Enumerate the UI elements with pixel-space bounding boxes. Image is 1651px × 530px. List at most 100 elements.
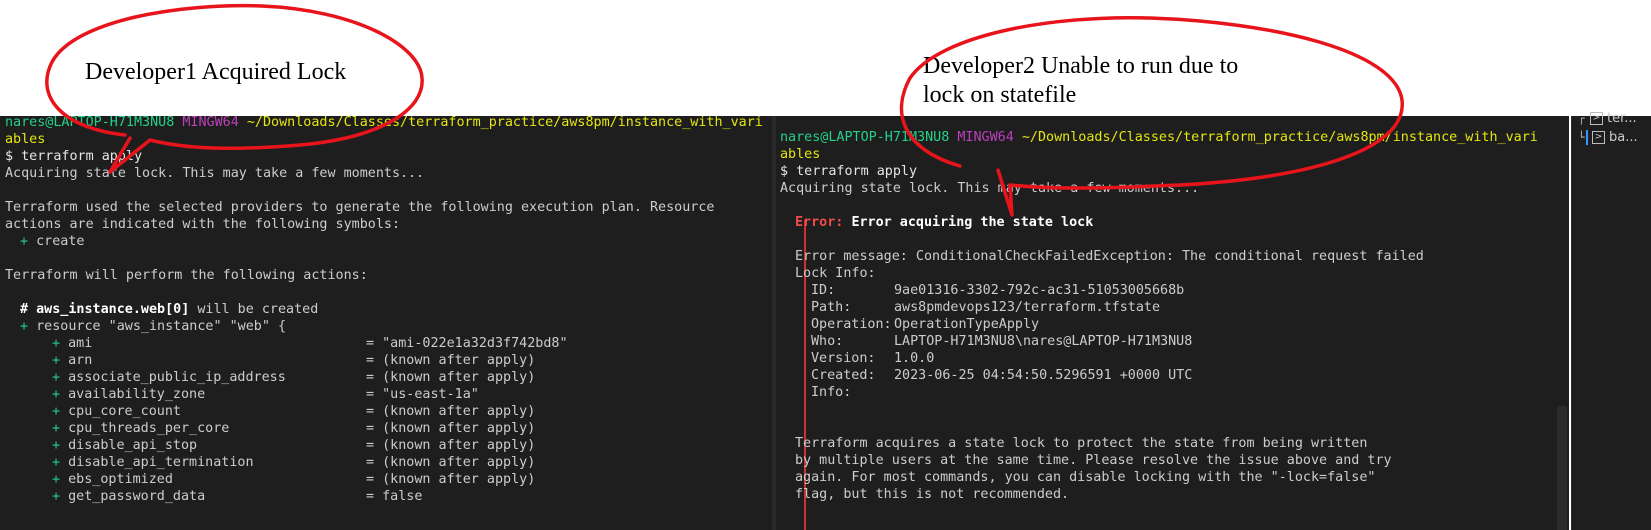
error-label: Error: (795, 215, 844, 230)
attribute-name: disable_api_stop (68, 438, 198, 453)
footer-line: again. For most commands, you can disabl… (795, 470, 1376, 485)
footer-line: by multiple users at the same time. Plea… (795, 453, 1392, 468)
attribute-value: = (known after apply) (366, 370, 536, 385)
plus-symbol: + (52, 387, 61, 402)
plus-symbol: + (52, 489, 61, 504)
resource-line: + resource "aws_instance" "web" { (20, 318, 286, 336)
resource-name: aws_instance.web[0] (36, 302, 190, 317)
footer-line: flag, but this is not recommended. (795, 487, 1070, 502)
plus-symbol: + (52, 438, 61, 453)
right-terminal[interactable]: nares@LAPTOP-H71M3NU8 MINGW64 ~/Download… (776, 116, 1569, 530)
bash-tab-item[interactable]: > ba... (1586, 130, 1638, 145)
terminal-tab-label: ter... (1607, 111, 1637, 126)
prompt-line: nares@LAPTOP-H71M3NU8 MINGW64 ~/Download… (5, 116, 763, 132)
attribute-name: availability_zone (68, 387, 206, 402)
prompt-shell: MINGW64 (957, 130, 1014, 145)
error-title-line: Error: Error acquiring the state lock (795, 214, 1093, 232)
attribute-name: cpu_core_count (68, 404, 181, 419)
lock-field-value: LAPTOP-H71M3NU8\nares@LAPTOP-H71M3NU8 (894, 334, 1193, 349)
prompt-path: ~/Downloads/Classes/terraform_practice/a… (246, 116, 763, 130)
prompt-user: nares@LAPTOP-H71M3NU8 (780, 130, 950, 145)
create-word: create (36, 234, 85, 249)
attribute-row: + disable_api_stop (52, 437, 197, 455)
attribute-row: + associate_public_ip_address (52, 369, 286, 387)
attribute-name: get_password_data (68, 489, 206, 504)
lock-info-label: Lock Info: (795, 266, 876, 281)
lock-field-key: Path: (811, 300, 852, 315)
attribute-row: + ebs_optimized (52, 471, 173, 489)
attribute-value: = "us-east-1a" (366, 387, 479, 402)
terminal-tab-item[interactable]: > ter... (1590, 111, 1637, 126)
attribute-value: = (known after apply) (366, 404, 536, 419)
plus-symbol: + (20, 319, 29, 334)
command-line: $ terraform apply (780, 164, 918, 179)
annotation-developer1: Developer1 Acquired Lock (85, 59, 347, 85)
command-line: $ terraform apply (5, 149, 143, 164)
lock-field-value: 1.0.0 (894, 351, 935, 366)
attribute-value: = (known after apply) (366, 472, 536, 487)
error-title: Error acquiring the state lock (851, 215, 1094, 230)
attribute-value: = (known after apply) (366, 421, 536, 436)
footer-line: Terraform acquires a state lock to prote… (795, 436, 1368, 451)
resource-header-line: # aws_instance.web[0] will be created (20, 301, 318, 319)
terminal-icon: > (1590, 112, 1603, 125)
lock-field-key: Info: (811, 385, 852, 400)
create-symbol-line: + create (20, 233, 85, 251)
plus-symbol: + (52, 353, 61, 368)
attribute-row: + ami (52, 335, 92, 353)
attribute-row: + availability_zone (52, 386, 205, 404)
bash-tab-label: ba... (1609, 130, 1638, 145)
plus-symbol: + (52, 472, 61, 487)
plan-line-2: actions are indicated with the following… (5, 217, 401, 232)
attribute-value: = (known after apply) (366, 455, 536, 470)
plus-symbol: + (52, 404, 61, 419)
lock-field-value: 2023-06-25 04:54:50.5296591 +0000 UTC (894, 368, 1193, 383)
prompt-path-wrap: ables (5, 132, 46, 147)
attribute-row: + arn (52, 352, 92, 370)
prompt-line: nares@LAPTOP-H71M3NU8 MINGW64 ~/Download… (780, 129, 1538, 147)
lock-field-key: Version: (811, 351, 876, 366)
attribute-row: + cpu_core_count (52, 403, 181, 421)
prompt-user: nares@LAPTOP-H71M3NU8 (5, 116, 175, 130)
attribute-row: + cpu_threads_per_core (52, 420, 229, 438)
terminal-list-panel: ┌ > ter... └ > ba... (1571, 111, 1651, 530)
acquiring-line: Acquiring state lock. This may take a fe… (780, 181, 1200, 196)
attribute-value: = false (366, 489, 423, 504)
annotation-developer2-line2: lock on statefile (923, 82, 1077, 108)
lock-field-value: 9ae01316-3302-792c-ac31-51053005668b (894, 283, 1185, 298)
left-terminal[interactable]: nares@LAPTOP-H71M3NU8 MINGW64 ~/Download… (0, 116, 772, 530)
plus-symbol: + (52, 370, 61, 385)
resource-decl: resource "aws_instance" "web" { (36, 319, 287, 334)
prompt-path-wrap: ables (780, 147, 821, 162)
resource-tail: will be created (197, 302, 319, 317)
lock-field-key: Who: (811, 334, 844, 349)
plus-symbol: + (20, 234, 29, 249)
attribute-row: + get_password_data (52, 488, 205, 506)
tree-connector-bottom: └ (1578, 131, 1585, 144)
acquiring-line: Acquiring state lock. This may take a fe… (5, 166, 425, 181)
annotation-developer2-line1: Developer2 Unable to run due to (923, 53, 1239, 79)
lock-field-key: Operation: (811, 317, 892, 332)
tree-connector-top: ┌ (1578, 112, 1585, 125)
attribute-name: ami (68, 336, 93, 351)
terminal-icon: > (1592, 131, 1605, 144)
attribute-value: = (known after apply) (366, 438, 536, 453)
attribute-name: arn (68, 353, 93, 368)
error-message: Error message: ConditionalCheckFailedExc… (795, 249, 1424, 264)
lock-field-key: Created: (811, 368, 876, 383)
scrollbar[interactable] (1557, 406, 1567, 530)
plus-symbol: + (52, 455, 61, 470)
prompt-path: ~/Downloads/Classes/terraform_practice/a… (1021, 130, 1538, 145)
attribute-name: associate_public_ip_address (68, 370, 286, 385)
plan-line-1: Terraform used the selected providers to… (5, 200, 715, 215)
resource-hash: # (20, 302, 29, 317)
perform-line: Terraform will perform the following act… (5, 268, 368, 283)
attribute-value: = "ami-022e1a32d3f742bd8" (366, 336, 568, 351)
attribute-value: = (known after apply) (366, 353, 536, 368)
lock-field-key: ID: (811, 283, 836, 298)
lock-field-value: OperationTypeApply (894, 317, 1040, 332)
attribute-name: cpu_threads_per_core (68, 421, 230, 436)
plus-symbol: + (52, 421, 61, 436)
attribute-row: + disable_api_termination (52, 454, 254, 472)
lock-field-value: aws8pmdevops123/terraform.tfstate (894, 300, 1161, 315)
